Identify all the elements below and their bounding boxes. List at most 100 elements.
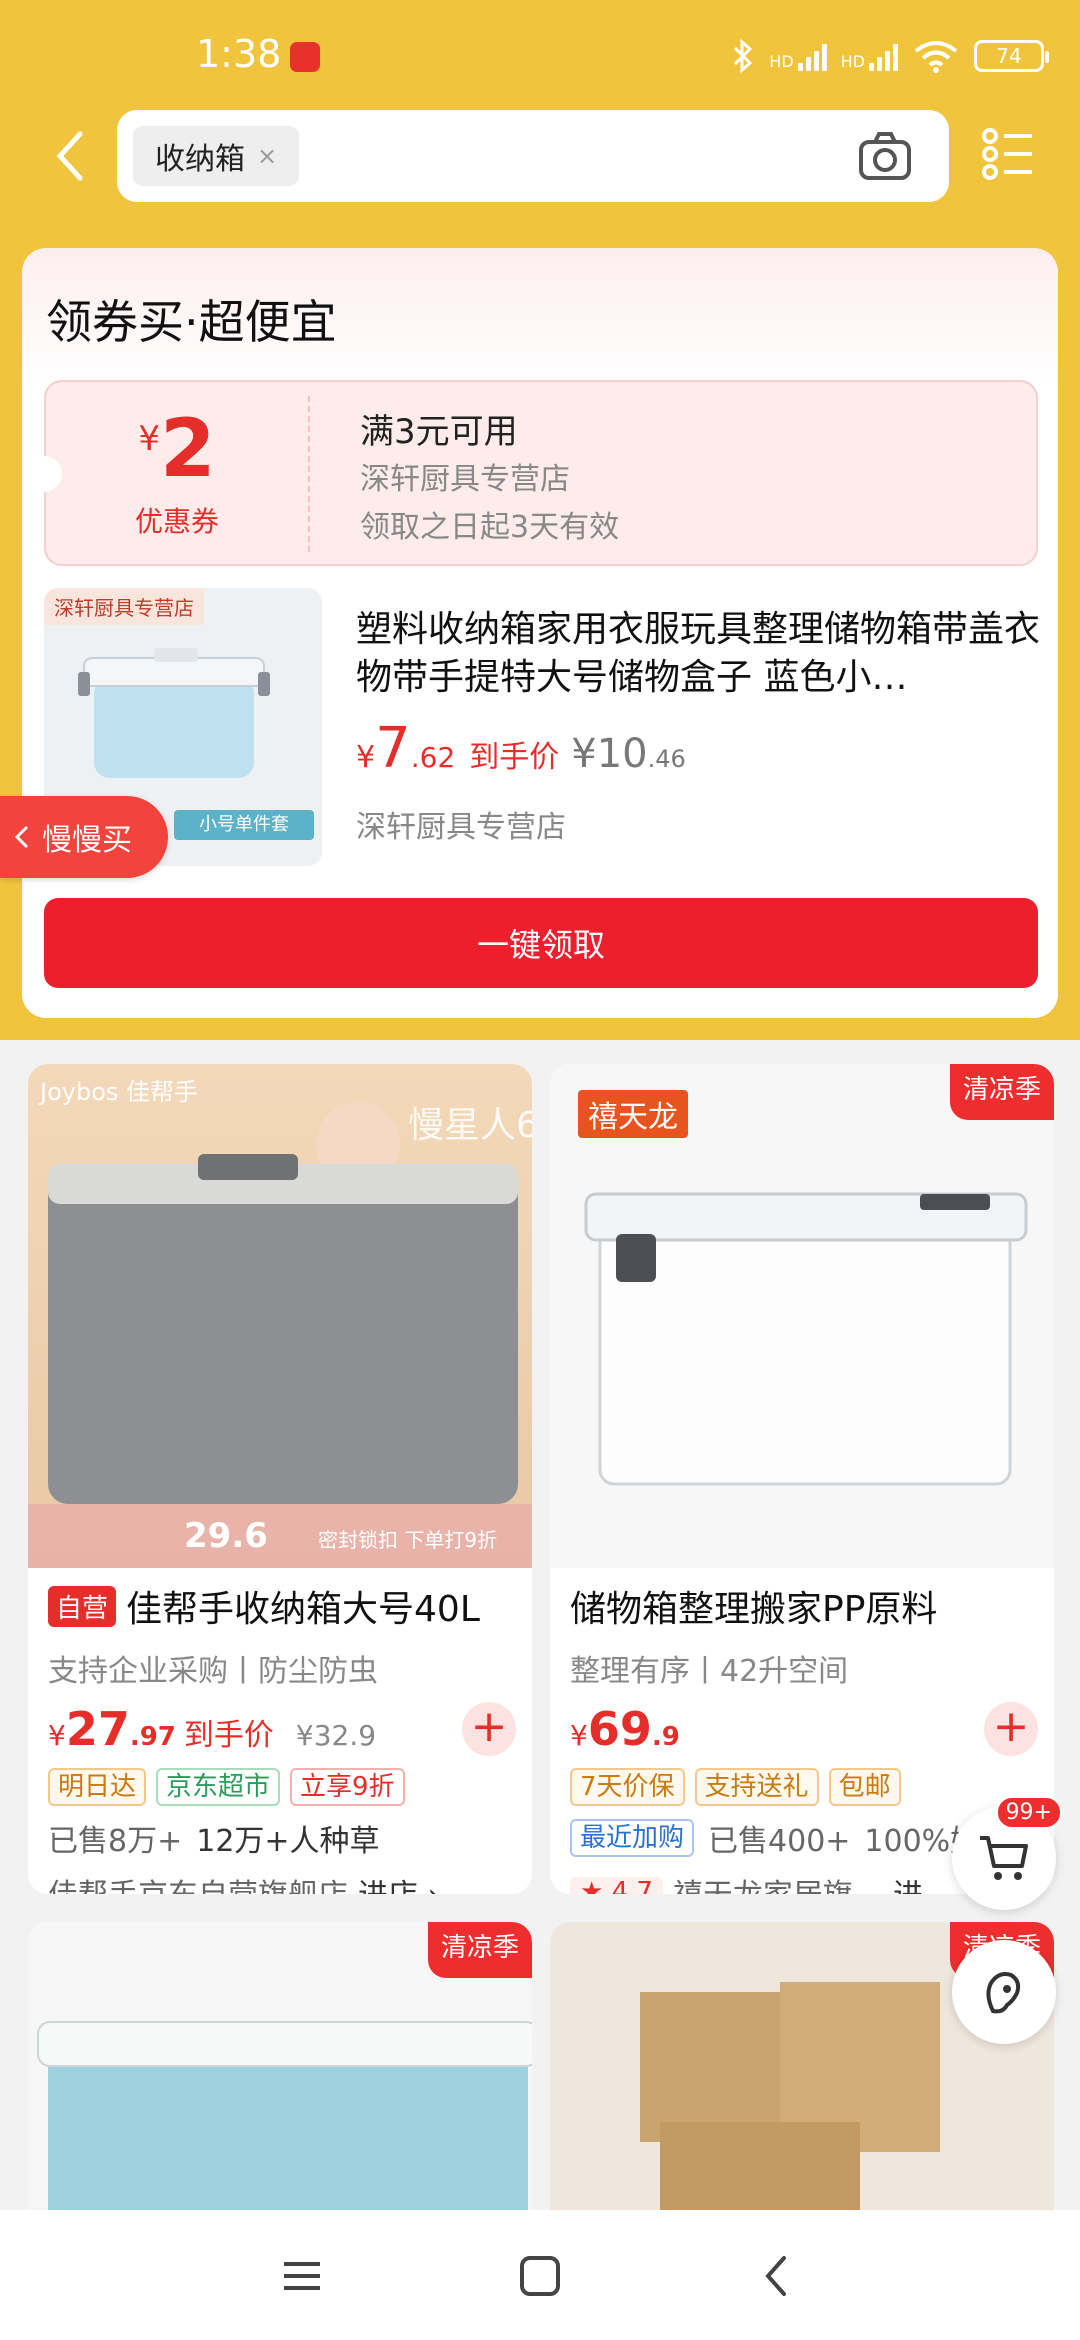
- header-area: 1:38 HD HD 74 收纳箱 × 领券买·超便宜 ¥2 优惠券 满3元可用…: [0, 0, 1080, 1040]
- product-image[interactable]: Joybos 佳帮手 慢星人630 29.6 密封锁扣 下单打9折: [28, 1064, 532, 1568]
- status-icons: HD HD 74: [731, 36, 1049, 76]
- back-nav-icon[interactable]: [748, 2246, 808, 2306]
- claim-all-button[interactable]: 一键领取: [44, 898, 1038, 988]
- promo-price: 29.6: [184, 1516, 268, 1556]
- coupon-validity: 领取之日起3天有效: [360, 510, 620, 545]
- product-tags: 7天价保 支持送礼 包邮: [570, 1768, 1046, 1806]
- coupon-condition: 满3元可用: [360, 412, 518, 452]
- chevron-left-icon: [14, 825, 29, 849]
- app-notification-icon: [290, 42, 320, 72]
- product-price-row: ¥ 69 .9 +: [570, 1702, 1046, 1758]
- status-bar: 1:38 HD HD 74: [0, 0, 1080, 110]
- status-time: 1:38: [196, 32, 282, 76]
- season-badge: 清凉季: [950, 1064, 1054, 1120]
- watermark: 慢星人630: [408, 1105, 532, 1146]
- product-shop-row[interactable]: 佳帮手京东自营旗舰店 进店 ›: [48, 1870, 524, 1894]
- home-icon[interactable]: [510, 2246, 570, 2306]
- bluetooth-icon: [734, 39, 753, 73]
- product-title[interactable]: 储物箱整理搬家PP原料: [570, 1580, 1046, 1632]
- recent-apps-icon[interactable]: [272, 2246, 332, 2306]
- shop-name: 佳帮手京东自营旗舰店: [48, 1870, 348, 1894]
- search-input[interactable]: 收纳箱 ×: [117, 110, 949, 202]
- signal-1-icon: HD: [769, 41, 827, 71]
- deal-title[interactable]: 塑料收纳箱家用衣服玩具整理储物箱带盖衣物带手提特大号储物盒子 蓝色小…: [356, 606, 1046, 702]
- search-query-text: 收纳箱: [155, 142, 245, 177]
- grass-count: 12万+人种草: [196, 1824, 380, 1859]
- coupon-currency: ¥: [138, 419, 160, 459]
- product-image[interactable]: 清凉季: [28, 1922, 532, 2210]
- coupon-value: 2: [159, 402, 216, 495]
- coupon-amount: ¥2: [46, 402, 308, 495]
- signal-2-icon: HD: [841, 41, 898, 71]
- footprint-icon: [986, 1972, 1021, 2014]
- tag: 包邮: [828, 1768, 901, 1806]
- battery-icon: 74: [974, 40, 1049, 72]
- product-tags: 明日达 京东超市 立享9折: [48, 1768, 524, 1806]
- product-title-text: 佳帮手收纳箱大号40L: [126, 1589, 480, 1630]
- back-button[interactable]: [50, 126, 100, 186]
- star-icon: ★: [580, 1877, 604, 1894]
- network-type-2: HD: [840, 52, 865, 71]
- tag: 支持送礼: [694, 1768, 819, 1806]
- camera-icon[interactable]: [857, 128, 913, 184]
- deal-after-label: 到手价: [469, 740, 560, 775]
- add-to-cart-button[interactable]: +: [462, 1702, 516, 1756]
- deal-currency: ¥: [356, 740, 376, 775]
- coupon-section-title: 领券买·超便宜: [46, 295, 337, 349]
- price-dec: .9: [651, 1722, 680, 1752]
- deal-image-sub-label: 小号单件套: [174, 810, 314, 840]
- coupon-divider: [308, 396, 310, 552]
- clear-query-icon[interactable]: ×: [257, 142, 277, 170]
- reference-price: ¥32.9: [295, 1719, 377, 1752]
- search-query-chip[interactable]: 收纳箱 ×: [133, 126, 300, 186]
- product-stats: 已售8万+ 12万+人种草: [48, 1816, 524, 1860]
- price-currency: ¥: [48, 1719, 66, 1752]
- wifi-icon: [914, 41, 958, 73]
- tag: 立享9折: [290, 1768, 405, 1806]
- chevron-left-icon: [56, 131, 83, 181]
- coupon-ticket[interactable]: ¥2 优惠券 满3元可用 深轩厨具专营店 领取之日起3天有效: [42, 380, 1038, 566]
- coupon-shop: 深轩厨具专营店: [360, 462, 570, 497]
- deal-image-shop-tag: 深轩厨具专营店: [44, 588, 204, 625]
- customer-service-button[interactable]: [952, 1940, 1056, 2044]
- tag: 明日达: [48, 1768, 147, 1806]
- tag: 7天价保: [570, 1768, 685, 1806]
- deal-shop[interactable]: 深轩厨具专营店: [356, 802, 566, 846]
- recent-cart-tag: 最近加购: [570, 1819, 695, 1857]
- sold-count: 已售400+: [708, 1824, 851, 1859]
- system-nav-bar: [0, 2210, 1080, 2340]
- price-int: 69: [587, 1702, 652, 1756]
- self-operated-badge: 自营: [48, 1585, 117, 1627]
- coupon-label: 优惠券: [134, 505, 219, 538]
- after-price-label: 到手价: [183, 1718, 274, 1753]
- slow-buy-tab[interactable]: 慢慢买: [0, 796, 168, 878]
- shop-rating: ★ 4.7: [570, 1877, 663, 1894]
- product-title[interactable]: 自营 佳帮手收纳箱大号40L: [48, 1580, 524, 1632]
- product-card[interactable]: Joybos 佳帮手 慢星人630 29.6 密封锁扣 下单打9折 自营 佳帮手…: [28, 1064, 532, 1894]
- brand-overlay: Joybos 佳帮手: [40, 1078, 199, 1106]
- season-badge: 清凉季: [428, 1922, 532, 1978]
- promo-text: 密封锁扣 下单打9折: [318, 1528, 498, 1552]
- deal-original-price: ¥10.46: [571, 731, 686, 777]
- slow-buy-label: 慢慢买: [42, 823, 132, 858]
- coupon-card: 领券买·超便宜 ¥2 优惠券 满3元可用 深轩厨具专营店 领取之日起3天有效 深…: [22, 248, 1058, 1018]
- shop-name: 禧天龙家居旗…: [673, 1870, 883, 1894]
- deal-price-dec: .62: [410, 741, 456, 774]
- product-subtitle: 整理有序丨42升空间: [570, 1654, 849, 1689]
- deal-price-int: 7: [375, 716, 411, 781]
- product-info: 自营 佳帮手收纳箱大号40L 支持企业采购丨防尘防虫 ¥ 27 .97 到手价 …: [48, 1580, 524, 1894]
- cart-count-badge: 99+: [995, 1796, 1062, 1829]
- product-subtitle: 支持企业采购丨防尘防虫: [48, 1654, 378, 1689]
- battery-level: 74: [996, 44, 1022, 68]
- product-card[interactable]: 禧天龙 清凉季 储物箱整理搬家PP原料 整理有序丨42升空间 ¥ 69 .9 +…: [550, 1064, 1054, 1894]
- add-to-cart-button[interactable]: +: [984, 1702, 1038, 1756]
- product-card[interactable]: 清凉季: [28, 1922, 532, 2210]
- product-image[interactable]: 禧天龙 清凉季: [550, 1064, 1054, 1568]
- brand-overlay: 禧天龙: [578, 1090, 688, 1138]
- clear-storage-box-illustration: [584, 1192, 1028, 1486]
- enter-shop-link[interactable]: 进: [893, 1870, 923, 1894]
- tag: 京东超市: [156, 1768, 281, 1806]
- enter-shop-link[interactable]: 进店 ›: [358, 1870, 440, 1894]
- cart-button[interactable]: 99+: [952, 1796, 1062, 1910]
- list-menu-icon[interactable]: [980, 126, 1036, 182]
